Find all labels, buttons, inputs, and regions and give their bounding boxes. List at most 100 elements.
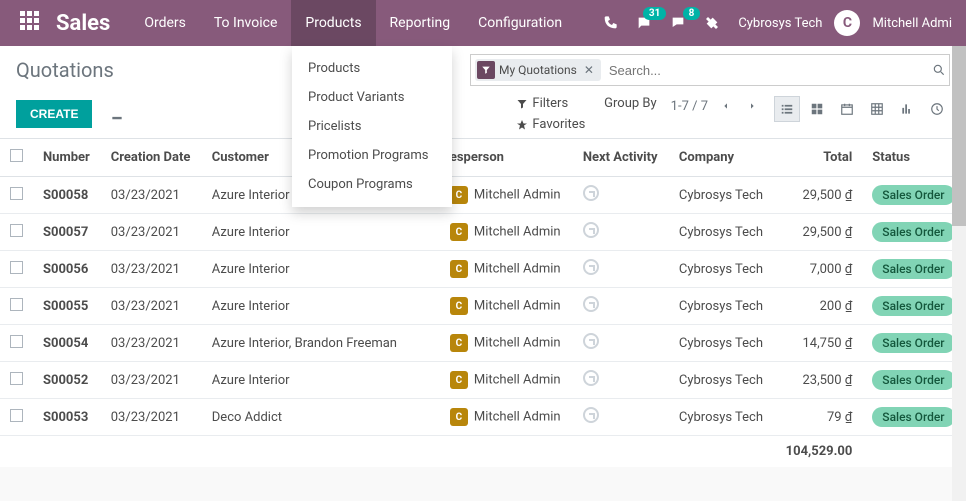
cell-company: Cybrosys Tech	[669, 251, 775, 288]
nav-reporting[interactable]: Reporting	[376, 0, 465, 46]
tools-icon[interactable]	[698, 9, 726, 37]
cell-customer: Deco Addict	[202, 399, 410, 436]
phone-icon[interactable]	[596, 9, 624, 37]
nav-to-invoice[interactable]: To Invoice	[200, 0, 292, 46]
cell-status: Sales Order	[862, 214, 966, 251]
cell-date: 03/23/2021	[101, 399, 202, 436]
row-checkbox[interactable]	[10, 187, 23, 200]
cell-activity[interactable]	[573, 214, 669, 251]
clock-icon	[583, 370, 599, 386]
col-creation[interactable]: Creation Date	[101, 139, 202, 177]
dropdown-item-variants[interactable]: Product Variants	[292, 83, 452, 112]
clock-icon	[583, 259, 599, 275]
cell-total: 29,500 ₫	[774, 214, 862, 251]
nav-products[interactable]: Products	[291, 0, 375, 46]
filters-button[interactable]: Filters	[516, 96, 568, 111]
avatar-icon: C	[450, 408, 468, 426]
table-row[interactable]: S0005303/23/2021Deco AddictCMitchell Adm…	[0, 399, 966, 436]
view-activity[interactable]	[924, 96, 950, 122]
view-graph[interactable]	[894, 96, 920, 122]
scrollbar-thumb[interactable]	[952, 46, 966, 226]
dropdown-item-coupon[interactable]: Coupon Programs	[292, 170, 452, 199]
pager-prev[interactable]	[718, 96, 734, 116]
cell-salesperson: CMitchell Admin	[410, 362, 573, 399]
cell-customer: Azure Interior	[202, 251, 410, 288]
cell-total: 29,500 ₫	[774, 177, 862, 214]
avatar-icon: C	[450, 334, 468, 352]
row-checkbox[interactable]	[10, 335, 23, 348]
cell-salesperson: CMitchell Admin	[410, 288, 573, 325]
cell-number: S00056	[33, 251, 101, 288]
cell-date: 03/23/2021	[101, 325, 202, 362]
cell-activity[interactable]	[573, 399, 669, 436]
table-row[interactable]: S0005803/23/2021Azure InteriorCMitchell …	[0, 177, 966, 214]
scrollbar-track[interactable]	[952, 46, 966, 501]
create-button[interactable]: CREATE	[16, 100, 92, 128]
dropdown-item-promotion[interactable]: Promotion Programs	[292, 141, 452, 170]
select-all-checkbox[interactable]	[10, 149, 23, 162]
col-total[interactable]: Total	[774, 139, 862, 177]
cell-status: Sales Order	[862, 177, 966, 214]
view-pivot[interactable]	[864, 96, 890, 122]
cell-salesperson: CMitchell Admin	[410, 399, 573, 436]
cell-activity[interactable]	[573, 325, 669, 362]
user-menu[interactable]: Mitchell Admi	[872, 16, 952, 31]
status-badge: Sales Order	[872, 185, 954, 205]
avatar[interactable]: C	[834, 10, 860, 36]
cell-activity[interactable]	[573, 177, 669, 214]
col-status[interactable]: Status	[862, 139, 966, 177]
search-bar[interactable]: My Quotations ✕	[470, 54, 950, 86]
row-checkbox[interactable]	[10, 298, 23, 311]
dropdown-item-pricelists[interactable]: Pricelists	[292, 112, 452, 141]
cell-customer: Azure Interior	[202, 214, 410, 251]
pager-next[interactable]	[744, 96, 760, 116]
row-checkbox[interactable]	[10, 409, 23, 422]
search-icon[interactable]	[929, 63, 949, 77]
col-company[interactable]: Company	[669, 139, 775, 177]
apps-icon[interactable]	[20, 11, 44, 35]
clock-icon	[583, 296, 599, 312]
search-input[interactable]	[601, 63, 929, 78]
nav-orders[interactable]: Orders	[130, 0, 200, 46]
chat-icon[interactable]: 8	[664, 9, 692, 37]
table-row[interactable]: S0005503/23/2021Azure InteriorCMitchell …	[0, 288, 966, 325]
cell-status: Sales Order	[862, 251, 966, 288]
clock-icon	[583, 222, 599, 238]
messages-icon[interactable]: 31	[630, 9, 658, 37]
row-checkbox[interactable]	[10, 261, 23, 274]
cell-activity[interactable]	[573, 251, 669, 288]
table-row[interactable]: S0005403/23/2021Azure Interior, Brandon …	[0, 325, 966, 362]
pager-text: 1-7 / 7	[671, 99, 708, 114]
cell-date: 03/23/2021	[101, 251, 202, 288]
cell-number: S00052	[33, 362, 101, 399]
row-checkbox[interactable]	[10, 224, 23, 237]
company-switcher[interactable]: Cybrosys Tech	[738, 16, 822, 31]
avatar-icon: C	[450, 260, 468, 278]
view-kanban[interactable]	[804, 96, 830, 122]
view-calendar[interactable]	[834, 96, 860, 122]
col-number[interactable]: Number	[33, 139, 101, 177]
cell-total: 23,500 ₫	[774, 362, 862, 399]
view-list[interactable]	[774, 96, 800, 122]
nav-configuration[interactable]: Configuration	[464, 0, 576, 46]
avatar-icon: C	[450, 297, 468, 315]
quotations-table: Number Creation Date Customer esperson N…	[0, 139, 966, 467]
table-row[interactable]: S0005703/23/2021Azure InteriorCMitchell …	[0, 214, 966, 251]
cell-total: 14,750 ₫	[774, 325, 862, 362]
cell-total: 200 ₫	[774, 288, 862, 325]
cell-activity[interactable]	[573, 362, 669, 399]
dropdown-item-products[interactable]: Products	[292, 54, 452, 83]
cell-company: Cybrosys Tech	[669, 325, 775, 362]
favorites-button[interactable]: Favorites	[516, 117, 585, 132]
cell-activity[interactable]	[573, 288, 669, 325]
table-row[interactable]: S0005203/23/2021Azure InteriorCMitchell …	[0, 362, 966, 399]
groupby-button[interactable]: Group By	[588, 96, 657, 111]
app-brand[interactable]: Sales	[56, 11, 110, 36]
facet-remove[interactable]: ✕	[581, 63, 597, 77]
table-row[interactable]: S0005603/23/2021Azure InteriorCMitchell …	[0, 251, 966, 288]
import-icon[interactable]	[110, 107, 124, 121]
row-checkbox[interactable]	[10, 372, 23, 385]
clock-icon	[583, 407, 599, 423]
col-activity[interactable]: Next Activity	[573, 139, 669, 177]
clock-icon	[583, 185, 599, 201]
